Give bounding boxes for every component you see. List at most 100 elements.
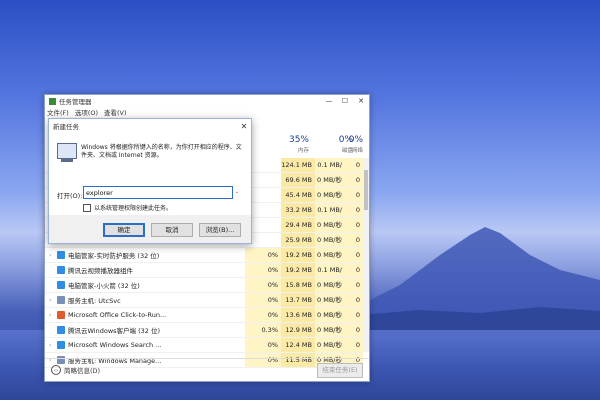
table-row[interactable]: › Microsoft Windows Search ... 0% 12.4 MB 0 … <box>45 338 363 363</box>
end-task-button[interactable]: 结束任务(E) <box>317 363 363 378</box>
minimize-icon[interactable]: — <box>321 95 337 107</box>
column-memory[interactable]: 35% 内存 <box>273 135 309 154</box>
open-input[interactable]: explorer <box>83 186 233 199</box>
task-manager-menubar: 文件(F) 选项(O) 查看(V) <box>45 107 369 117</box>
cpu-cell: 0% <box>245 338 281 352</box>
fewer-details-link[interactable]: ︿ 简略信息(D) <box>51 365 100 375</box>
process-icon <box>57 266 65 274</box>
table-row[interactable]: 电脑管家-小火箭 (32 位) 0%15.8 MB0 MB/秒0 Mbps <box>45 278 363 303</box>
table-row[interactable]: 腾讯云视频播放器组件 0%19.2 MB0.1 MB/秒0 Mbps <box>45 263 363 288</box>
cancel-button[interactable]: 取消 <box>151 223 193 237</box>
close-icon[interactable]: ✕ <box>353 95 369 107</box>
memory-cell: 13.6 MB <box>281 308 315 322</box>
column-network[interactable]: 0% 网络 <box>327 135 363 154</box>
disk-cell: 0 MB/秒 <box>315 338 345 352</box>
memory-cell: 25.9 MB <box>281 233 315 247</box>
network-cell: 0 Mbps <box>345 233 363 258</box>
process-name-text: 电脑管家-小火箭 (32 位) <box>68 282 140 290</box>
table-row[interactable]: › 电脑管家-实时防护服务 (32 位) 0%19.2 MB0 MB/秒0 Mbps <box>45 248 363 273</box>
admin-checkbox-label: 以系统管理权限创建此任务。 <box>94 205 173 212</box>
admin-checkbox[interactable] <box>83 203 91 212</box>
memory-label: 内存 <box>297 148 309 154</box>
memory-cell: 69.6 MB <box>281 173 315 187</box>
memory-cell: 45.4 MB <box>281 188 315 202</box>
admin-checkbox-row[interactable]: 以系统管理权限创建此任务。 <box>83 203 172 212</box>
disk-cell: 0 MB/秒 <box>315 218 345 232</box>
menu-view[interactable]: 查看(V) <box>104 107 127 117</box>
network-percent: 0% <box>348 135 363 145</box>
table-row[interactable]: › Microsoft Office Click-to-Run... 0% 13.6 … <box>45 308 363 333</box>
memory-cell: 13.7 MB <box>281 293 315 307</box>
process-name-text: Microsoft Office Click-to-Run... <box>68 311 167 319</box>
memory-percent: 35% <box>288 135 309 145</box>
fewer-details-label: 简略信息(D) <box>64 367 101 375</box>
disk-cell: 0.1 MB/秒 <box>315 203 345 228</box>
task-manager-titlebar[interactable]: 任务管理器 — ☐ ✕ <box>45 95 369 107</box>
maximize-icon[interactable]: ☐ <box>337 95 353 107</box>
memory-cell: 124.1 MB <box>281 158 315 172</box>
mountain-silhouette <box>360 227 600 335</box>
process-name-text: Microsoft Windows Search ... <box>68 341 162 349</box>
memory-cell: 19.2 MB <box>281 263 315 277</box>
chevron-right-icon: › <box>49 341 52 349</box>
close-icon[interactable]: ✕ <box>237 122 251 131</box>
process-name: › 服务主机: UtcSvc <box>49 293 121 307</box>
scrollbar-thumb[interactable] <box>364 170 368 210</box>
disk-cell: 0 MB/秒 <box>315 308 345 322</box>
run-dialog-description: Windows 将根据你所键入的名称，为你打开相应的程序、文件夹、文档或 Int… <box>81 144 242 159</box>
memory-cell: 33.2 MB <box>281 203 315 217</box>
task-manager-app-icon <box>49 97 56 105</box>
network-label: 网络 <box>351 148 363 154</box>
disk-cell: 0 MB/秒 <box>315 323 345 337</box>
process-name-text: 腾讯云Windows客户端 (32 位) <box>68 327 160 335</box>
run-dialog-titlebar[interactable]: 新建任务 ✕ <box>49 119 251 134</box>
network-cell: 0 Mbps <box>345 218 363 243</box>
process-name-text: 服务主机: UtcSvc <box>68 297 121 305</box>
network-cell: 0 Mbps <box>345 323 363 348</box>
network-cell: 0 Mbps <box>345 263 363 288</box>
table-row[interactable]: › 服务主机: UtcSvc 0%13.7 MB0 MB/秒0 Mbps <box>45 293 363 318</box>
run-dialog-buttons: 确定 取消 浏览(B)... <box>49 215 251 243</box>
process-list-scrollbar[interactable] <box>363 158 369 352</box>
process-icon <box>57 341 65 349</box>
browse-button[interactable]: 浏览(B)... <box>199 223 241 237</box>
chevron-down-icon[interactable]: ⌄ <box>232 186 242 199</box>
run-new-task-dialog: 新建任务 ✕ Windows 将根据你所键入的名称，为你打开相应的程序、文件夹、… <box>48 118 252 244</box>
run-program-icon <box>57 143 77 162</box>
process-name: › 电脑管家-实时防护服务 (32 位) <box>49 248 159 262</box>
network-cell: 0 Mbps <box>345 173 363 198</box>
network-cell: 0 Mbps <box>345 158 363 183</box>
network-cell: 0 Mbps <box>345 203 363 228</box>
network-cell: 0 Mbps <box>345 293 363 318</box>
process-icon <box>57 281 65 289</box>
menu-options[interactable]: 选项(O) <box>75 107 98 117</box>
network-cell: 0 Mbps <box>345 338 363 363</box>
memory-cell: 29.4 MB <box>281 218 315 232</box>
table-row[interactable]: 腾讯云Windows客户端 (32 位) 0.3%12.9 MB0 MB/秒0 M… <box>45 323 363 348</box>
disk-cell: 0 MB/秒 <box>315 248 345 262</box>
process-name-text: 腾讯云视频播放器组件 <box>68 267 133 275</box>
chevron-right-icon: › <box>49 311 52 319</box>
chevron-right-icon: › <box>49 296 52 304</box>
network-cell: 0 Mbps <box>345 248 363 273</box>
task-manager-title: 任务管理器 <box>59 98 92 106</box>
process-name: 腾讯云视频播放器组件 <box>49 263 133 277</box>
process-name-text: 电脑管家-实时防护服务 (32 位) <box>68 252 160 260</box>
process-name: 腾讯云Windows客户端 (32 位) <box>49 323 160 337</box>
disk-cell: 0 MB/秒 <box>315 233 345 247</box>
ok-button[interactable]: 确定 <box>103 223 145 237</box>
cpu-cell: 0% <box>245 248 281 262</box>
cpu-cell: 0% <box>245 293 281 307</box>
disk-cell: 0 MB/秒 <box>315 293 345 307</box>
task-manager-footer: ︿ 简略信息(D) 结束任务(E) <box>45 358 369 381</box>
cpu-cell: 0.3% <box>245 323 281 337</box>
memory-cell: 12.4 MB <box>281 338 315 352</box>
menu-file[interactable]: 文件(F) <box>47 107 69 117</box>
chevron-right-icon: › <box>49 251 52 259</box>
process-icon <box>57 311 65 319</box>
memory-cell: 12.9 MB <box>281 323 315 337</box>
run-dialog-title: 新建任务 <box>53 123 79 131</box>
disk-cell: 0.1 MB/秒 <box>315 158 345 183</box>
process-name: 电脑管家-小火箭 (32 位) <box>49 278 140 292</box>
run-dialog-body: Windows 将根据你所键入的名称，为你打开相应的程序、文件夹、文档或 Int… <box>49 133 251 243</box>
